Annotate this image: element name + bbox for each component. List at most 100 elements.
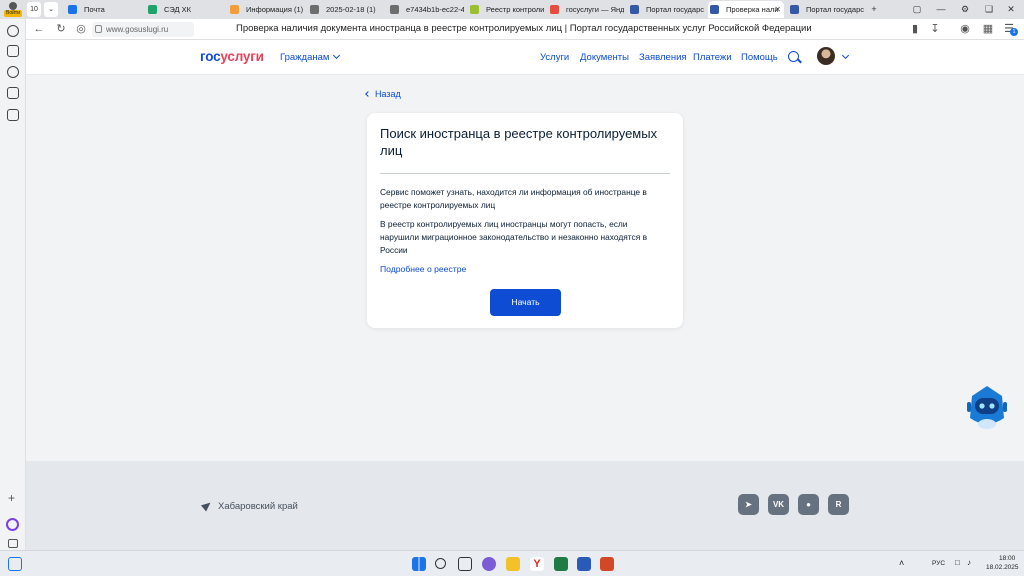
site-info-icon[interactable]: ◎ — [74, 22, 88, 36]
collections-sidebar-icon[interactable] — [7, 45, 19, 57]
close-window-icon[interactable]: ✕ — [1004, 2, 1018, 16]
rutube-icon[interactable]: R — [828, 494, 849, 515]
browser-tab[interactable]: госуслуги — Янд — [548, 1, 624, 18]
word-icon[interactable] — [577, 557, 591, 571]
screenshot-icon[interactable] — [7, 109, 19, 121]
nav-applications[interactable]: Заявления — [639, 52, 687, 63]
volume-icon[interactable]: ♪ — [967, 558, 971, 567]
more-about-registry-link[interactable]: Подробнее о реестре — [380, 264, 466, 274]
extension-puzzle-icon[interactable]: ◉ — [958, 22, 972, 36]
browser-tab[interactable]: Проверка нали ✕ — [708, 1, 784, 18]
network-icon[interactable]: □ — [955, 558, 960, 567]
taskbar-search-icon[interactable] — [435, 558, 446, 569]
language-indicator[interactable]: РУС — [932, 560, 945, 567]
tab-favicon-icon — [470, 5, 479, 14]
tab-label: Проверка нали — [726, 5, 779, 14]
tray-chevron-up-icon[interactable]: ˄ — [899, 558, 904, 568]
card-paragraph-1: Сервис поможет узнать, находится ли инфо… — [380, 187, 647, 210]
gosuslugi-logo[interactable]: госуслуги — [200, 49, 264, 64]
new-tab-button[interactable]: + — [867, 2, 881, 16]
browser-tab[interactable]: Информация (1) — [228, 1, 304, 18]
profile-icon — [9, 2, 17, 10]
assistant-icon[interactable] — [6, 518, 19, 531]
clock-date[interactable]: 18.02.2025 — [986, 564, 1019, 571]
service-card: Поиск иностранца в реестре контролируемы… — [367, 113, 683, 328]
address-bar: ← ↻ ◎ www.gosuslugi.ru Проверка наличия … — [26, 19, 1024, 40]
role-label: Гражданам — [280, 52, 330, 63]
notification-badge: 1 — [1010, 28, 1018, 36]
robot-assistant-icon[interactable] — [964, 384, 1010, 432]
windows-taskbar: Y ˄ РУС □ ♪ 18:00 18.02.2025 — [0, 550, 1024, 576]
site-footer: Хабаровский край ➤ VK ● R — [26, 461, 1024, 550]
chat-icon[interactable] — [482, 557, 496, 571]
telegram-icon[interactable]: ➤ — [738, 494, 759, 515]
profile-button[interactable]: Войти — [4, 1, 22, 18]
yandex-browser-icon[interactable]: Y — [530, 557, 544, 571]
card-divider — [380, 173, 670, 174]
card-title: Поиск иностранца в реестре контролируемы… — [380, 126, 658, 158]
windows-start-icon[interactable] — [412, 557, 426, 571]
lock-icon — [95, 25, 102, 33]
reader-icon[interactable]: ▦ — [981, 22, 995, 36]
search-icon[interactable] — [788, 51, 799, 62]
back-arrow-icon[interactable]: ← — [32, 22, 46, 36]
browser-sidebar: + — [0, 19, 26, 550]
tab-label: 2025-02-18 (1) — [326, 5, 376, 14]
minimize-icon[interactable]: — — [934, 2, 948, 16]
tab-favicon-icon — [710, 5, 719, 14]
browser-tab[interactable]: e7434b1b-ec22-4 — [388, 1, 464, 18]
tab-label: Портал государс — [806, 5, 864, 14]
back-link[interactable]: Назад — [365, 89, 401, 99]
start-button[interactable]: Начать — [490, 289, 561, 316]
tab-favicon-icon — [390, 5, 399, 14]
download-icon[interactable]: ↧ — [928, 22, 942, 36]
browser-tab[interactable]: 2025-02-18 (1) — [308, 1, 384, 18]
card-paragraph-2: В реестр контролируемых лиц иностранцы м… — [380, 219, 648, 255]
excel-icon[interactable] — [554, 557, 568, 571]
tab-label: e7434b1b-ec22-4 — [406, 5, 464, 14]
tab-favicon-icon — [630, 5, 639, 14]
profile-chevron-icon[interactable] — [841, 51, 850, 60]
restore-icon[interactable]: ❑ — [982, 2, 996, 16]
tab-counter[interactable]: 10 — [27, 2, 41, 17]
add-panel-icon[interactable]: + — [8, 491, 15, 505]
robot-assistant-svg — [967, 386, 1007, 429]
browser-tab[interactable]: Реестр контроли — [468, 1, 544, 18]
role-selector[interactable]: Гражданам — [280, 51, 341, 63]
tab-list-chevron-icon[interactable]: ⌄ — [44, 2, 58, 17]
logo-part1: гос — [200, 49, 221, 64]
logo-part2: услуги — [220, 49, 264, 64]
browser-tab[interactable]: Почта — [66, 1, 142, 18]
close-tab-icon[interactable]: ✕ — [774, 1, 781, 18]
tab-label: Реестр контроли — [486, 5, 544, 14]
ten-app-icon[interactable] — [7, 87, 19, 99]
url-text: www.gosuslugi.ru — [106, 25, 169, 34]
nav-payments[interactable]: Платежи — [693, 52, 732, 63]
location-arrow-icon — [200, 499, 214, 512]
nav-services[interactable]: Услуги — [540, 52, 569, 63]
vk-icon[interactable]: VK — [768, 494, 789, 515]
powerpoint-icon[interactable] — [600, 557, 614, 571]
bookmark-icon[interactable]: ▮ — [908, 22, 922, 36]
file-explorer-icon[interactable] — [506, 557, 520, 571]
reload-icon[interactable]: ↻ — [54, 22, 68, 36]
clock-time[interactable]: 18:00 — [999, 555, 1015, 562]
collections-icon[interactable]: ▢ — [910, 2, 924, 16]
odnoklassniki-icon[interactable]: ● — [798, 494, 819, 515]
tab-favicon-icon — [230, 5, 239, 14]
nav-help[interactable]: Помощь — [741, 52, 778, 63]
browser-tab[interactable]: Портал государс — [788, 1, 864, 18]
task-view-icon[interactable] — [458, 557, 472, 571]
sidebar-toggle-icon[interactable] — [8, 539, 18, 548]
url-field[interactable]: www.gosuslugi.ru — [92, 22, 194, 37]
nav-documents[interactable]: Документы — [580, 52, 629, 63]
desktop-icon[interactable] — [8, 557, 22, 571]
play-icon[interactable] — [7, 66, 19, 78]
avatar[interactable] — [817, 47, 835, 65]
browser-tab[interactable]: Портал государс — [628, 1, 704, 18]
history-icon[interactable] — [7, 25, 19, 37]
region-selector[interactable]: Хабаровский край — [200, 499, 298, 512]
browser-tab[interactable]: СЭД ХК — [146, 1, 222, 18]
notifications-icon[interactable]: ☰ 1 — [1002, 22, 1018, 36]
extensions-icon[interactable]: ⚙ — [958, 2, 972, 16]
